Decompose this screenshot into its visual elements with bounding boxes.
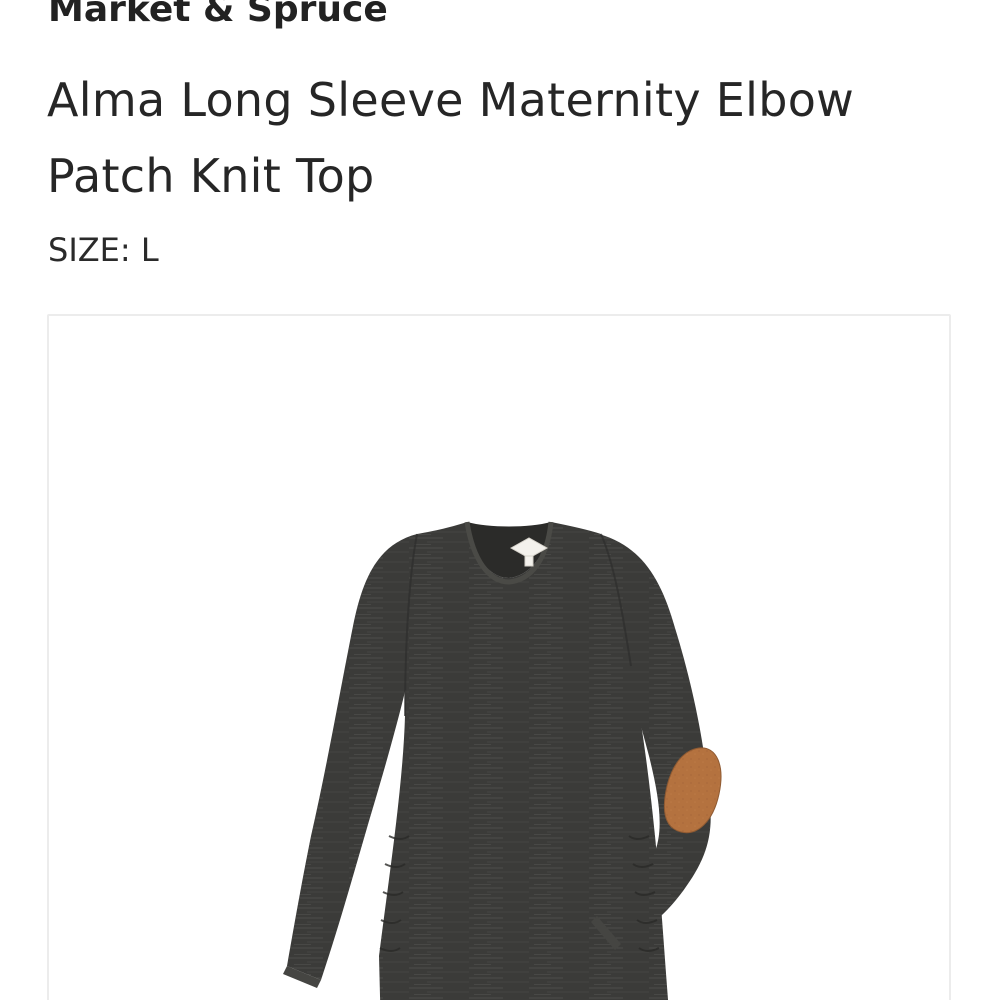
product-title: Alma Long Sleeve Maternity Elbow Patch K… bbox=[47, 73, 855, 203]
product-image[interactable] bbox=[47, 314, 951, 1000]
product-photo bbox=[283, 521, 722, 1000]
garment-shape bbox=[283, 521, 711, 1000]
size-info: SIZE: L bbox=[48, 228, 159, 272]
brand-name: Market & Spruce bbox=[48, 0, 388, 30]
size-label: SIZE: bbox=[48, 231, 131, 269]
size-value: L bbox=[140, 231, 159, 269]
